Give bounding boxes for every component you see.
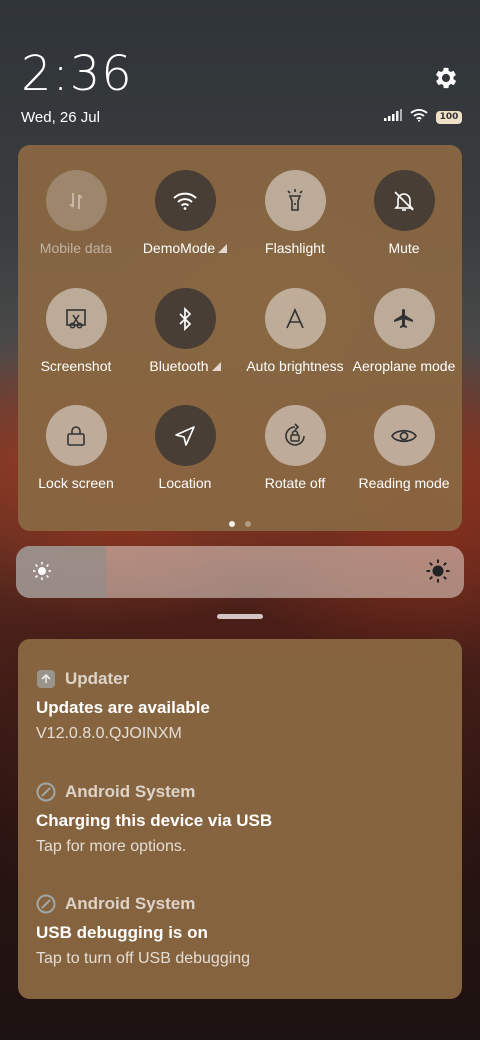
settings-gear-icon[interactable]	[432, 64, 460, 92]
page-dot-active	[229, 521, 235, 527]
system-status-icons: 100	[384, 108, 462, 126]
tile-flashlight[interactable]: Flashlight	[240, 170, 350, 256]
tile-aeroplane-mode[interactable]: Aeroplane mode	[349, 288, 459, 374]
screenshot-icon	[45, 288, 107, 349]
tile-label: Flashlight	[265, 240, 325, 256]
flashlight-icon	[264, 170, 326, 231]
notification-body: Tap for more options.	[36, 838, 187, 855]
tile-label: DemoMode	[142, 240, 216, 256]
tile-label: Mute	[388, 240, 420, 256]
notification-item[interactable]: Android System USB debugging is on Tap t…	[36, 892, 446, 968]
tile-label: Aeroplane mode	[352, 358, 456, 374]
notification-body: Tap to turn off USB debugging	[36, 950, 251, 967]
tile-label: Screenshot	[40, 358, 112, 374]
auto-brightness-icon	[264, 288, 326, 349]
updater-icon	[36, 669, 56, 689]
drag-handle[interactable]	[217, 614, 263, 619]
signal-icon	[384, 108, 402, 126]
notification-app-name: Updater	[65, 669, 130, 688]
tile-demomode[interactable]: DemoMode	[130, 170, 240, 256]
android-system-icon	[36, 894, 56, 914]
tile-mobile-data[interactable]: Mobile data	[21, 170, 131, 256]
rotation-lock-icon	[264, 405, 326, 466]
tile-screenshot[interactable]: Screenshot	[21, 288, 131, 374]
tile-bluetooth[interactable]: Bluetooth	[130, 288, 240, 374]
notification-title: USB debugging is on	[36, 923, 208, 942]
eye-icon	[373, 405, 435, 466]
battery-icon: 100	[436, 110, 462, 124]
notification-item[interactable]: Android System Charging this device via …	[36, 780, 446, 856]
location-icon	[154, 405, 216, 466]
expand-triangle-icon	[218, 244, 228, 253]
tile-label: Rotate off	[264, 475, 326, 491]
clock[interactable]: 2:36	[21, 48, 133, 100]
notification-item[interactable]: Updater Updates are available V12.0.8.0.…	[36, 667, 446, 743]
tile-reading-mode[interactable]: Reading mode	[349, 405, 459, 491]
lock-icon	[45, 405, 107, 466]
quick-settings-panel: Mobile data DemoMode Flashlight Mute Scr…	[18, 145, 462, 531]
date[interactable]: Wed, 26 Jul	[21, 109, 100, 126]
tile-location[interactable]: Location	[130, 405, 240, 491]
brightness-slider[interactable]	[16, 546, 464, 598]
android-system-icon	[36, 782, 56, 802]
tile-label: Lock screen	[38, 475, 114, 491]
airplane-icon	[373, 288, 435, 349]
tile-label: Location	[158, 475, 212, 491]
notification-body: V12.0.8.0.QJOINXM	[36, 725, 182, 742]
tile-label: Bluetooth	[149, 358, 209, 374]
tile-rotate-off[interactable]: Rotate off	[240, 405, 350, 491]
notification-title: Updates are available	[36, 698, 210, 717]
mobile-data-icon	[45, 170, 107, 231]
tile-label: Auto brightness	[246, 358, 344, 374]
tile-auto-brightness[interactable]: Auto brightness	[240, 288, 350, 374]
wifi-icon	[154, 170, 216, 231]
tile-lock-screen[interactable]: Lock screen	[21, 405, 131, 491]
tile-label: Reading mode	[358, 475, 450, 491]
wifi-icon	[410, 108, 428, 127]
notification-panel: Updater Updates are available V12.0.8.0.…	[18, 639, 462, 999]
expand-triangle-icon	[211, 362, 221, 371]
notification-app-name: Android System	[65, 894, 196, 913]
notification-title: Charging this device via USB	[36, 811, 273, 830]
bell-off-icon	[373, 170, 435, 231]
bluetooth-icon	[154, 288, 216, 349]
notification-app-name: Android System	[65, 782, 196, 801]
brightness-low-icon	[32, 561, 52, 586]
brightness-high-icon	[426, 559, 450, 588]
page-dot	[245, 521, 251, 527]
page-indicator	[18, 521, 462, 527]
tile-label: Mobile data	[39, 240, 113, 256]
brightness-fill	[16, 546, 106, 598]
tile-mute[interactable]: Mute	[349, 170, 459, 256]
